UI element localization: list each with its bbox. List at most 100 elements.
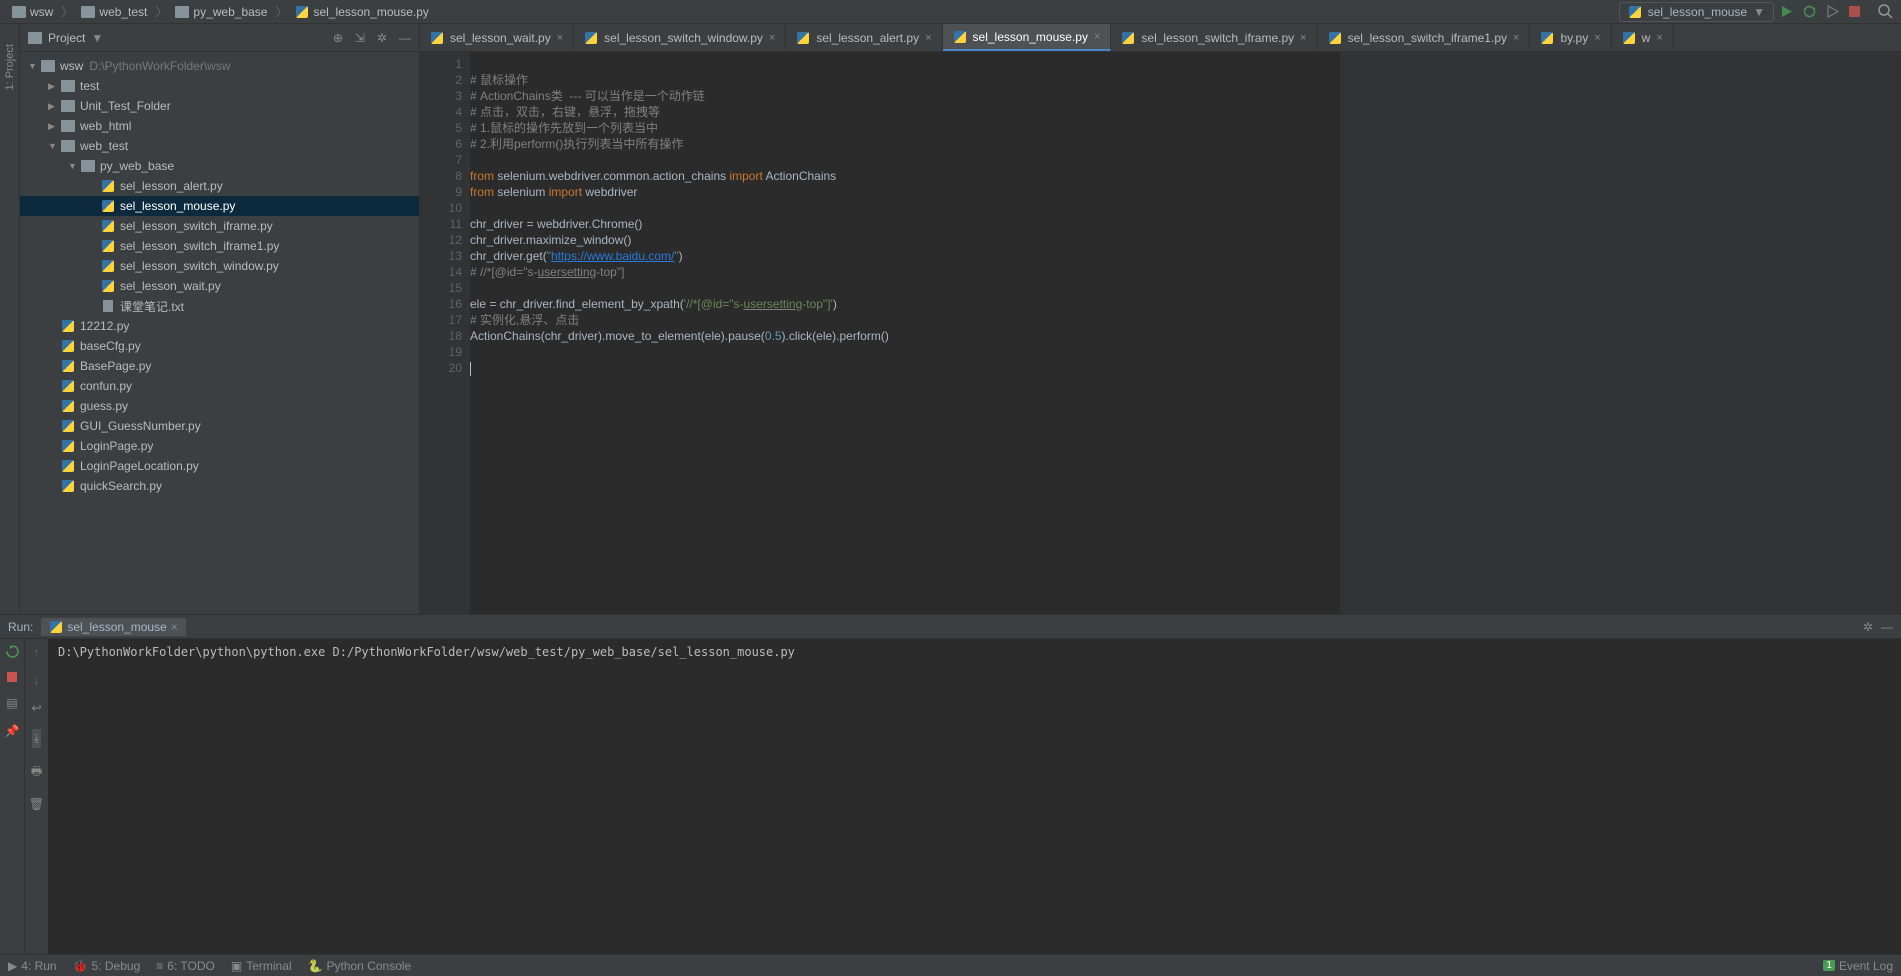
scroll-end-icon[interactable]: ⤓ <box>32 729 41 748</box>
tree-row[interactable]: LoginPage.py <box>20 436 419 456</box>
breadcrumb-item[interactable]: wsw <box>8 3 57 21</box>
terminal-tool-button[interactable]: ▣ Terminal <box>231 959 292 973</box>
chevron-right-icon: 〉 <box>275 3 287 20</box>
tree-row[interactable]: ▼py_web_base <box>20 156 419 176</box>
tab-label: sel_lesson_alert.py <box>816 31 919 45</box>
python-icon <box>1121 31 1135 45</box>
close-icon[interactable]: × <box>1300 32 1306 44</box>
tree-arrow-icon[interactable]: ▼ <box>48 141 60 151</box>
run-tab[interactable]: sel_lesson_mouse × <box>41 618 185 636</box>
debug-tool-button[interactable]: 🐞 5: Debug <box>73 959 141 973</box>
tab-label: sel_lesson_switch_window.py <box>604 31 763 45</box>
tree-row[interactable]: sel_lesson_switch_iframe1.py <box>20 236 419 256</box>
tree-row[interactable]: ▼ web_test <box>20 136 419 156</box>
tree-row[interactable]: ▶ test <box>20 76 419 96</box>
editor-tab[interactable]: sel_lesson_alert.py × <box>786 24 942 51</box>
tree-row[interactable]: ▼ wsw D:\PythonWorkFolder\wsw <box>20 56 419 76</box>
gear-icon[interactable]: ✲ <box>1863 620 1873 634</box>
breadcrumb-item[interactable]: sel_lesson_mouse.py <box>291 3 432 21</box>
close-icon[interactable]: × <box>1094 31 1100 43</box>
locate-icon[interactable]: ⊕ <box>333 31 343 45</box>
editor-tab[interactable]: sel_lesson_switch_iframe.py× <box>1111 24 1317 51</box>
layout-icon[interactable]: ▤ <box>6 696 17 710</box>
gear-icon[interactable]: ✲ <box>377 31 387 45</box>
breadcrumb-item[interactable]: py_web_base <box>171 3 271 21</box>
run-configuration-selector[interactable]: sel_lesson_mouse ▼ <box>1619 2 1774 22</box>
tree-row[interactable]: baseCfg.py <box>20 336 419 356</box>
tree-row[interactable]: sel_lesson_wait.py <box>20 276 419 296</box>
console-output[interactable]: D:\PythonWorkFolder\python\python.exe D:… <box>48 639 1901 954</box>
run-side-toolbar-1: ▤ 📌 <box>0 639 24 954</box>
hide-icon[interactable]: — <box>399 31 411 45</box>
print-icon[interactable]: 🖶 <box>31 762 42 783</box>
python-icon <box>1328 31 1342 45</box>
tree-row[interactable]: ▶Unit_Test_Folder <box>20 96 419 116</box>
down-icon[interactable]: ↓ <box>34 673 40 687</box>
tree-arrow-icon[interactable]: ▼ <box>28 61 40 71</box>
py-icon <box>60 479 76 493</box>
stop-button[interactable] <box>1849 6 1860 17</box>
tree-label: wsw <box>60 59 83 73</box>
run-button[interactable] <box>1780 5 1793 18</box>
editor-tab[interactable]: sel_lesson_mouse.py × <box>943 24 1112 51</box>
close-icon[interactable]: × <box>769 32 775 44</box>
python-console-tool-button[interactable]: 🐍 Python Console <box>308 959 412 973</box>
tree-row[interactable]: 12212.py <box>20 316 419 336</box>
project-view-selector[interactable]: Project ▼ <box>28 31 333 45</box>
stop-button[interactable] <box>7 672 17 682</box>
editor-tab[interactable]: sel_lesson_switch_window.py × <box>574 24 786 51</box>
trash-icon[interactable]: 🗑 <box>29 797 44 811</box>
run-with-coverage-button[interactable] <box>1826 5 1839 18</box>
hide-icon[interactable]: — <box>1881 620 1893 634</box>
editor-tab[interactable]: sel_lesson_wait.py× <box>420 24 574 51</box>
rerun-button[interactable] <box>6 645 19 658</box>
tree-row[interactable]: sel_lesson_switch_window.py <box>20 256 419 276</box>
debug-button[interactable] <box>1803 5 1816 18</box>
breadcrumb-item[interactable]: web_test <box>77 3 151 21</box>
tree-row[interactable]: sel_lesson_switch_iframe.py <box>20 216 419 236</box>
run-tool-button[interactable]: ▶ 4: Run <box>8 959 57 973</box>
up-icon[interactable]: ↑ <box>34 645 40 659</box>
search-button[interactable] <box>1878 4 1893 19</box>
tree-arrow-icon[interactable]: ▶ <box>48 121 60 132</box>
soft-wrap-icon[interactable]: ↩ <box>31 701 41 715</box>
tree-arrow-icon[interactable]: ▼ <box>68 161 80 171</box>
python-icon <box>584 31 598 45</box>
py-icon <box>60 399 76 413</box>
py-icon <box>100 239 116 253</box>
tree-row[interactable]: guess.py <box>20 396 419 416</box>
event-log-button[interactable]: 1 Event Log <box>1823 959 1893 973</box>
editor-tab[interactable]: w× <box>1612 24 1674 51</box>
tree-row[interactable]: quickSearch.py <box>20 476 419 496</box>
tree-arrow-icon[interactable]: ▶ <box>48 81 60 92</box>
close-icon[interactable]: × <box>1513 32 1519 44</box>
tab-label: sel_lesson_mouse.py <box>973 30 1088 44</box>
close-icon[interactable]: × <box>171 620 178 634</box>
python-icon <box>430 31 444 45</box>
tree-row[interactable]: BasePage.py <box>20 356 419 376</box>
close-icon[interactable]: × <box>1656 32 1662 44</box>
tree-row[interactable]: sel_lesson_alert.py <box>20 176 419 196</box>
tree-label: test <box>80 79 99 93</box>
tree-row[interactable]: LoginPageLocation.py <box>20 456 419 476</box>
project-tool-button[interactable]: 1: Project <box>4 44 16 90</box>
editor-tab[interactable]: sel_lesson_switch_iframe1.py× <box>1318 24 1531 51</box>
tree-arrow-icon[interactable]: ▶ <box>48 101 60 112</box>
python-icon <box>953 30 967 44</box>
editor-tab[interactable]: by.py× <box>1530 24 1611 51</box>
tree-row[interactable]: sel_lesson_mouse.py <box>20 196 419 216</box>
close-icon[interactable]: × <box>557 32 563 44</box>
collapse-all-icon[interactable]: ⇲ <box>355 31 365 45</box>
todo-tool-button[interactable]: ≡ 6: TODO <box>156 959 215 973</box>
tree-row[interactable]: 课堂笔记.txt <box>20 296 419 316</box>
folder-icon <box>60 100 76 112</box>
pin-icon[interactable]: 📌 <box>5 724 20 738</box>
tree-label: web_test <box>80 139 128 153</box>
tree-row[interactable]: ▶web_html <box>20 116 419 136</box>
folder-icon <box>80 160 96 172</box>
close-icon[interactable]: × <box>925 32 931 44</box>
tree-row[interactable]: GUI_GuessNumber.py <box>20 416 419 436</box>
tree-hint: D:\PythonWorkFolder\wsw <box>89 59 230 73</box>
close-icon[interactable]: × <box>1594 32 1600 44</box>
tree-row[interactable]: confun.py <box>20 376 419 396</box>
